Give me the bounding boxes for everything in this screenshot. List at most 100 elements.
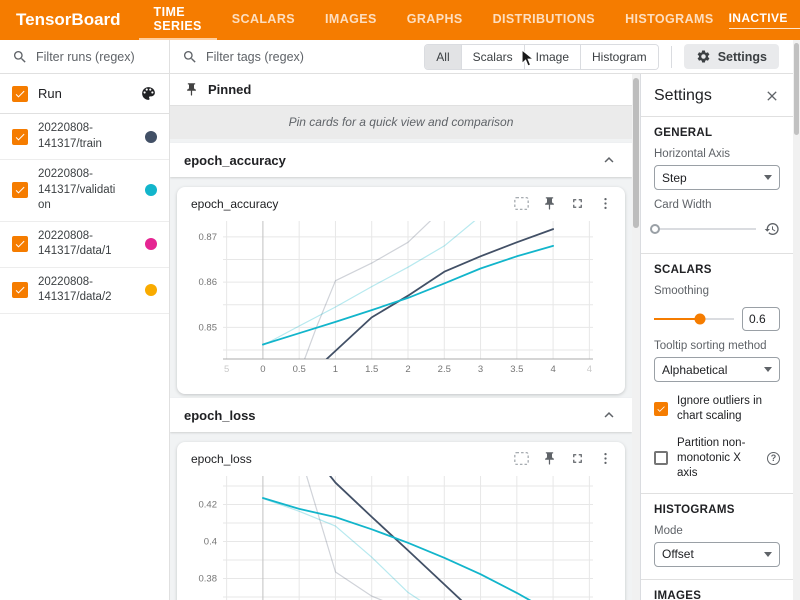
settings-scrollbar-thumb[interactable] [794, 43, 799, 135]
run-color-dot[interactable] [145, 131, 157, 143]
check-icon [14, 284, 26, 296]
svg-text:0.86: 0.86 [199, 277, 218, 288]
svg-text:5: 5 [224, 364, 229, 375]
slider-thumb[interactable] [695, 314, 706, 325]
settings-panel-title: Settings [654, 87, 764, 105]
main-scrollbar-thumb[interactable] [633, 78, 639, 228]
card-width-control [654, 221, 780, 237]
chevron-down-icon [764, 552, 772, 557]
toolbar-divider [671, 46, 672, 68]
runs-sidebar: Run 20220808-141317/train 20220808-14131… [0, 40, 170, 600]
slider-thumb[interactable] [650, 224, 660, 234]
close-settings-button[interactable] [764, 88, 780, 104]
svg-text:1: 1 [333, 364, 338, 375]
pin-card-button[interactable] [537, 193, 561, 215]
tab-scalars[interactable]: SCALARS [217, 0, 310, 40]
fit-to-data-icon [513, 451, 530, 466]
section-header-epoch-loss[interactable]: epoch_loss [170, 398, 632, 432]
select-all-runs-checkbox[interactable] [12, 86, 28, 102]
svg-text:4: 4 [587, 364, 592, 375]
partition-x-axis-checkbox[interactable] [654, 451, 668, 465]
tab-distributions[interactable]: DISTRIBUTIONS [478, 0, 610, 40]
fit-to-data-button[interactable] [509, 193, 533, 215]
reload-status-value: INACTIVE [729, 11, 800, 25]
fullscreen-button[interactable] [565, 448, 589, 470]
smoothing-value-input[interactable] [742, 307, 780, 331]
section-header-epoch-accuracy[interactable]: epoch_accuracy [170, 143, 632, 177]
pin-card-button[interactable] [537, 448, 561, 470]
card-header: epoch_loss [177, 442, 625, 468]
histogram-mode-label: Mode [654, 525, 780, 537]
tags-filter-input[interactable] [206, 50, 406, 64]
chevron-up-icon[interactable] [600, 406, 618, 424]
reload-status-dropdown[interactable]: INACTIVE [729, 11, 800, 29]
smoothing-slider[interactable] [654, 313, 734, 325]
section-heading: IMAGES [654, 590, 780, 600]
reset-card-width-button[interactable] [764, 221, 780, 237]
chip-scalars[interactable]: Scalars [461, 45, 524, 69]
cards-area: Pinned Pin cards for a quick view and co… [170, 74, 632, 600]
run-checkbox[interactable] [12, 129, 28, 145]
settings-scrollbar[interactable] [793, 40, 800, 600]
run-checkbox[interactable] [12, 182, 28, 198]
run-row-data-1[interactable]: 20220808-141317/data/1 [0, 222, 169, 268]
run-color-dot[interactable] [145, 184, 157, 196]
run-checkbox[interactable] [12, 236, 28, 252]
slider-fill [654, 318, 700, 320]
horizontal-axis-select[interactable]: Step [654, 165, 780, 190]
card-width-slider[interactable] [654, 223, 756, 235]
card-width-label: Card Width [654, 199, 780, 211]
kebab-menu-icon [598, 451, 613, 466]
run-row-data-2[interactable]: 20220808-141317/data/2 [0, 268, 169, 314]
tab-time-series[interactable]: TIME SERIES [139, 0, 217, 40]
histogram-mode-select[interactable]: Offset [654, 542, 780, 567]
center-column: All Scalars Image Histogram Settings Pin… [170, 40, 793, 600]
chip-histogram[interactable]: Histogram [580, 45, 658, 69]
fit-to-data-button[interactable] [509, 448, 533, 470]
epoch-loss-chart[interactable]: 0.360.380.40.4200.511.522.533.54 [177, 470, 601, 600]
svg-text:3.5: 3.5 [510, 364, 523, 375]
tooltip-sorting-label: Tooltip sorting method [654, 340, 780, 352]
section-title: epoch_loss [184, 408, 600, 423]
chart-plot-area[interactable]: 0.850.860.87500.511.522.533.544 [177, 213, 625, 394]
run-color-dot[interactable] [145, 284, 157, 296]
runs-filter-input[interactable] [36, 50, 157, 64]
more-options-button[interactable] [593, 448, 617, 470]
chip-image[interactable]: Image [524, 45, 580, 69]
chart-plot-area[interactable]: 0.360.380.40.4200.511.522.533.54 [177, 468, 625, 600]
run-row-validation[interactable]: 20220808-141317/validation [0, 160, 169, 222]
slider-track [654, 228, 756, 230]
fit-to-data-icon [513, 196, 530, 211]
settings-section-general: GENERAL Horizontal Axis Step Card Width [654, 117, 780, 253]
tab-images[interactable]: IMAGES [310, 0, 392, 40]
help-icon[interactable]: ? [767, 452, 780, 465]
runs-column-header: Run [38, 86, 130, 101]
ignore-outliers-checkbox[interactable] [654, 402, 668, 416]
section-heading: GENERAL [654, 127, 780, 139]
tab-graphs[interactable]: GRAPHS [392, 0, 478, 40]
more-options-button[interactable] [593, 193, 617, 215]
tooltip-sorting-select[interactable]: Alphabetical [654, 357, 780, 382]
svg-text:0: 0 [260, 364, 265, 375]
chevron-up-icon[interactable] [600, 151, 618, 169]
run-row-train[interactable]: 20220808-141317/train [0, 114, 169, 160]
close-icon [764, 88, 780, 104]
chip-all[interactable]: All [425, 45, 460, 69]
run-color-dot[interactable] [145, 238, 157, 250]
search-icon [182, 49, 198, 65]
runs-filter-row [0, 40, 169, 74]
svg-text:0.42: 0.42 [199, 499, 218, 510]
svg-text:4: 4 [550, 364, 555, 375]
tab-histograms[interactable]: HISTOGRAMS [610, 0, 729, 40]
card-container: epoch_loss [170, 432, 632, 600]
main-scrollbar[interactable] [632, 74, 640, 600]
card-actions [509, 448, 617, 470]
svg-text:3: 3 [478, 364, 483, 375]
check-icon [14, 88, 26, 100]
fullscreen-button[interactable] [565, 193, 589, 215]
card-title: epoch_loss [191, 452, 509, 466]
run-checkbox[interactable] [12, 282, 28, 298]
open-settings-button[interactable]: Settings [684, 44, 779, 69]
palette-icon[interactable] [140, 85, 157, 102]
epoch-accuracy-chart[interactable]: 0.850.860.87500.511.522.533.544 [177, 215, 601, 383]
